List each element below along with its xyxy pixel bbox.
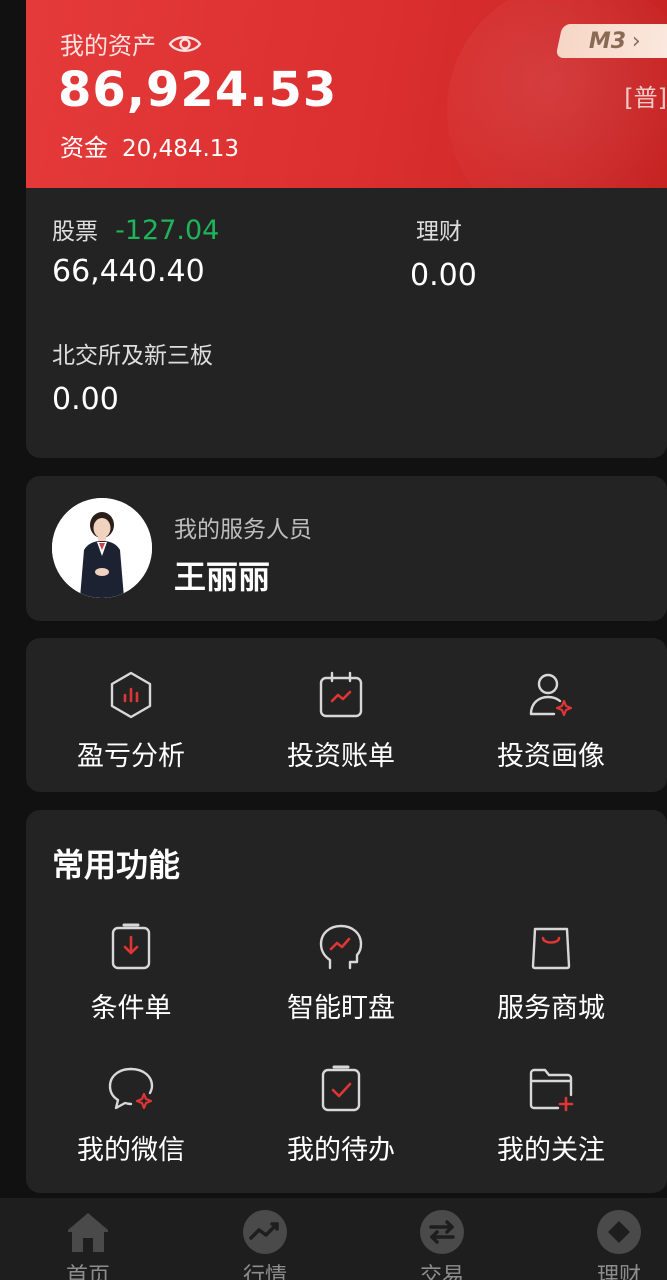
smart-watch-icon [319, 924, 363, 970]
follow-folder-icon [529, 1068, 574, 1112]
nav-label: 交易 [419, 1264, 464, 1280]
holding-label: 北交所及新三板 [52, 343, 213, 369]
asset-card: 我的资产 86,924.53 资金 20,484.13 M3 › [普] 股票 [26, 0, 667, 458]
chevron-right-icon: › [632, 28, 641, 54]
tile-conditional-order[interactable]: 条件单 [26, 922, 236, 1025]
tile-investment-bill[interactable]: 投资账单 [236, 670, 446, 773]
tile-label: 服务商城 [497, 993, 605, 1024]
holding-wealth[interactable]: 理财 0.00 [410, 212, 477, 293]
account-type-label: [普] [624, 84, 667, 112]
tile-label: 条件单 [90, 993, 172, 1024]
tile-label: 我的待办 [287, 1135, 395, 1166]
home-icon [68, 1213, 108, 1252]
tile-service-mall[interactable]: 服务商城 [446, 922, 656, 1025]
section-title: 常用功能 [52, 846, 181, 884]
tile-investment-profile[interactable]: 投资画像 [446, 670, 656, 773]
holding-label: 股票 [52, 219, 98, 245]
tile-smart-watch[interactable]: 智能盯盘 [236, 922, 446, 1025]
member-level-badge[interactable]: M3 › [555, 24, 667, 58]
nav-label: 首页 [65, 1264, 110, 1280]
nav-item-wealth[interactable]: 理财 [559, 1208, 667, 1280]
asset-header[interactable]: 我的资产 86,924.53 资金 20,484.13 M3 › [普] [26, 0, 667, 188]
my-account-page: 我的资产 86,924.53 资金 20,484.13 M3 › [普] 股票 [0, 0, 667, 1280]
holding-change: -127.04 [115, 215, 220, 246]
tile-label: 我的关注 [497, 1135, 605, 1166]
avatar [52, 498, 152, 598]
tile-label: 投资画像 [497, 741, 605, 772]
holding-value: 66,440.40 [52, 254, 205, 289]
nav-label: 行情 [242, 1264, 287, 1280]
tile-follow[interactable]: 我的关注 [446, 1064, 656, 1167]
advisor-name: 王丽丽 [174, 558, 271, 596]
nav-label: 理财 [596, 1264, 641, 1280]
conditional-order-icon [111, 923, 151, 970]
cash-row: 资金 20,484.13 [60, 128, 239, 163]
holding-label: 理财 [416, 219, 462, 245]
nav-item-trade[interactable]: 交易 [382, 1208, 502, 1280]
market-icon [243, 1210, 287, 1254]
investment-profile-icon [529, 673, 573, 717]
bottom-nav: 首页 行情 交易 理财 [0, 1198, 667, 1280]
nav-item-home[interactable]: 首页 [28, 1208, 148, 1280]
holding-stock[interactable]: 股票 -127.04 66,440.40 [52, 212, 219, 289]
wealth-icon [597, 1210, 641, 1254]
service-mall-icon [531, 927, 571, 970]
total-asset-value: 86,924.53 [58, 62, 338, 118]
cash-value: 20,484.13 [122, 136, 240, 162]
asset-title: 我的资产 [60, 32, 156, 60]
tile-wechat[interactable]: 我的微信 [26, 1064, 236, 1167]
cash-label: 资金 [60, 134, 108, 162]
tile-label: 我的微信 [77, 1135, 185, 1166]
wechat-icon [108, 1067, 154, 1110]
holding-value: 0.00 [410, 258, 477, 293]
tile-label: 智能盯盘 [287, 993, 395, 1024]
todo-icon [321, 1065, 361, 1112]
advisor-role: 我的服务人员 [174, 517, 312, 543]
analysis-card: 盈亏分析 投资账单 投资画像 [26, 638, 667, 792]
tile-todo[interactable]: 我的待办 [236, 1064, 446, 1167]
asset-title-row: 我的资产 [60, 26, 202, 61]
member-level-text: M3 [588, 28, 627, 54]
common-functions-card: 常用功能 条件单 智能盯盘 服务商城 我的微信 我的待办 我的关注 [26, 810, 667, 1193]
tile-profit-analysis[interactable]: 盈亏分析 [26, 670, 236, 773]
advisor-portrait-image [52, 498, 152, 598]
advisor-card[interactable]: 我的服务人员 王丽丽 [26, 476, 667, 621]
holding-value: 0.00 [52, 382, 119, 417]
holding-bse-neeq[interactable]: 北交所及新三板 0.00 [52, 336, 213, 417]
nav-item-market[interactable]: 行情 [205, 1208, 325, 1280]
tile-label: 投资账单 [287, 741, 395, 772]
tile-label: 盈亏分析 [77, 741, 185, 772]
trade-icon [420, 1210, 464, 1254]
eye-icon[interactable] [168, 32, 202, 56]
profit-analysis-icon [110, 671, 152, 719]
investment-bill-icon [319, 671, 363, 718]
